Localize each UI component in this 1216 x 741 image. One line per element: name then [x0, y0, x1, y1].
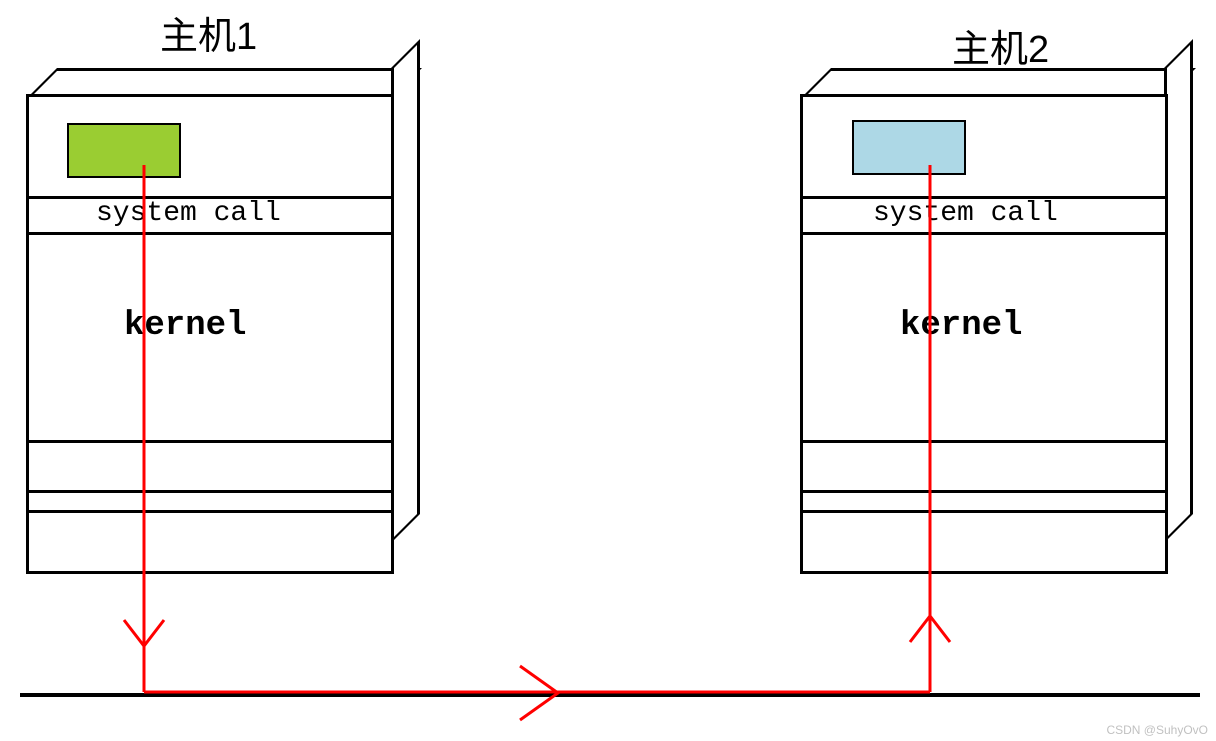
host2-divider	[803, 490, 1165, 493]
host1-syscall-label: system call	[96, 198, 281, 229]
watermark: CSDN @SuhyOvO	[1106, 723, 1208, 737]
host1-box-top	[28, 68, 422, 97]
host2-divider	[803, 510, 1165, 513]
host2-box-top	[802, 68, 1196, 97]
host2-divider	[803, 440, 1165, 443]
host2-box-side	[1164, 39, 1193, 543]
host1-kernel-label: kernel	[124, 307, 246, 345]
host1-divider	[29, 490, 391, 493]
host1-title: 主机1	[160, 5, 257, 60]
network-baseline	[20, 693, 1200, 697]
host2-kernel-label: kernel	[900, 307, 1022, 345]
host2-syscall-label: system call	[873, 198, 1058, 229]
host2-divider	[803, 232, 1165, 235]
host1-app-block	[67, 123, 181, 178]
host2-app-block	[852, 120, 966, 175]
host1-divider	[29, 510, 391, 513]
host1-box-side	[391, 39, 420, 543]
host2-title: 主机2	[952, 18, 1049, 73]
host1-divider	[29, 440, 391, 443]
host1-divider	[29, 232, 391, 235]
